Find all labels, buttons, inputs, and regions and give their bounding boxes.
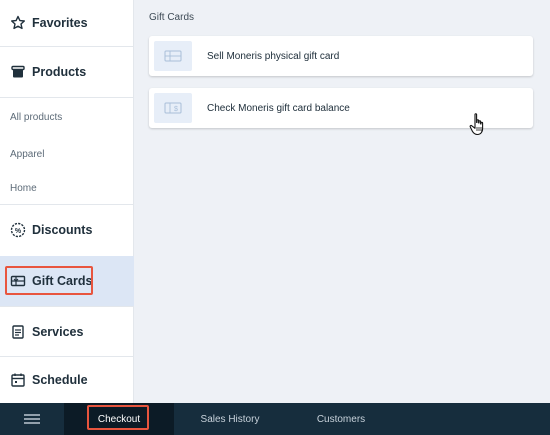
sidebar-item-label: Services [32,324,84,339]
sidebar-subitem-label: Apparel [10,148,45,160]
svg-text:%: % [15,228,22,235]
menu-button[interactable] [0,403,64,435]
sidebar-subitem-label: Home [10,182,37,194]
sidebar-item-discounts[interactable]: % Discounts [0,205,134,255]
sidebar-item-label: Schedule [32,373,88,387]
clipboard-icon [10,324,26,340]
sidebar-subitem-label: All products [10,111,63,123]
sidebar-item-label: Gift Cards [32,274,93,288]
hand-pointer-cursor-icon [469,113,484,136]
card-sell-gift-card[interactable]: Sell Moneris physical gift card [149,36,533,76]
bottom-nav-bar: Checkout Sales History Customers [0,403,550,435]
tab-customers[interactable]: Customers [286,403,396,435]
gift-card-icon [154,41,192,71]
tab-checkout[interactable]: Checkout [64,403,174,435]
card-label: Sell Moneris physical gift card [207,50,340,62]
box-icon [10,64,26,80]
sidebar-item-schedule[interactable]: Schedule [0,357,134,403]
svg-text:$: $ [174,106,178,113]
card-label: Check Moneris gift card balance [207,102,350,114]
sidebar-item-favorites[interactable]: Favorites [0,0,134,46]
sidebar-item-label: Products [32,65,87,79]
gift-card-icon [10,273,26,289]
hamburger-menu-icon [24,414,40,424]
sidebar-item-services[interactable]: Services [0,307,134,356]
sidebar: Favorites Products All products Apparel … [0,0,134,403]
sidebar-subitem-all-products[interactable]: All products [0,98,134,136]
sidebar-subitem-home[interactable]: Home [0,172,134,204]
sidebar-item-products[interactable]: Products [0,47,134,97]
sidebar-item-label: Favorites [32,16,88,30]
star-icon [10,15,26,31]
tab-sales-history[interactable]: Sales History [174,403,286,435]
sidebar-subitem-apparel[interactable]: Apparel [0,136,134,172]
calendar-icon [10,372,26,388]
main-content: Gift Cards Sell Moneris physical gift ca… [135,0,550,403]
sidebar-item-gift-cards[interactable]: Gift Cards [0,256,134,306]
gift-card-balance-icon: $ [154,93,192,123]
discount-badge-icon: % [10,222,26,238]
sidebar-item-label: Discounts [32,223,93,237]
section-title: Gift Cards [149,12,195,23]
